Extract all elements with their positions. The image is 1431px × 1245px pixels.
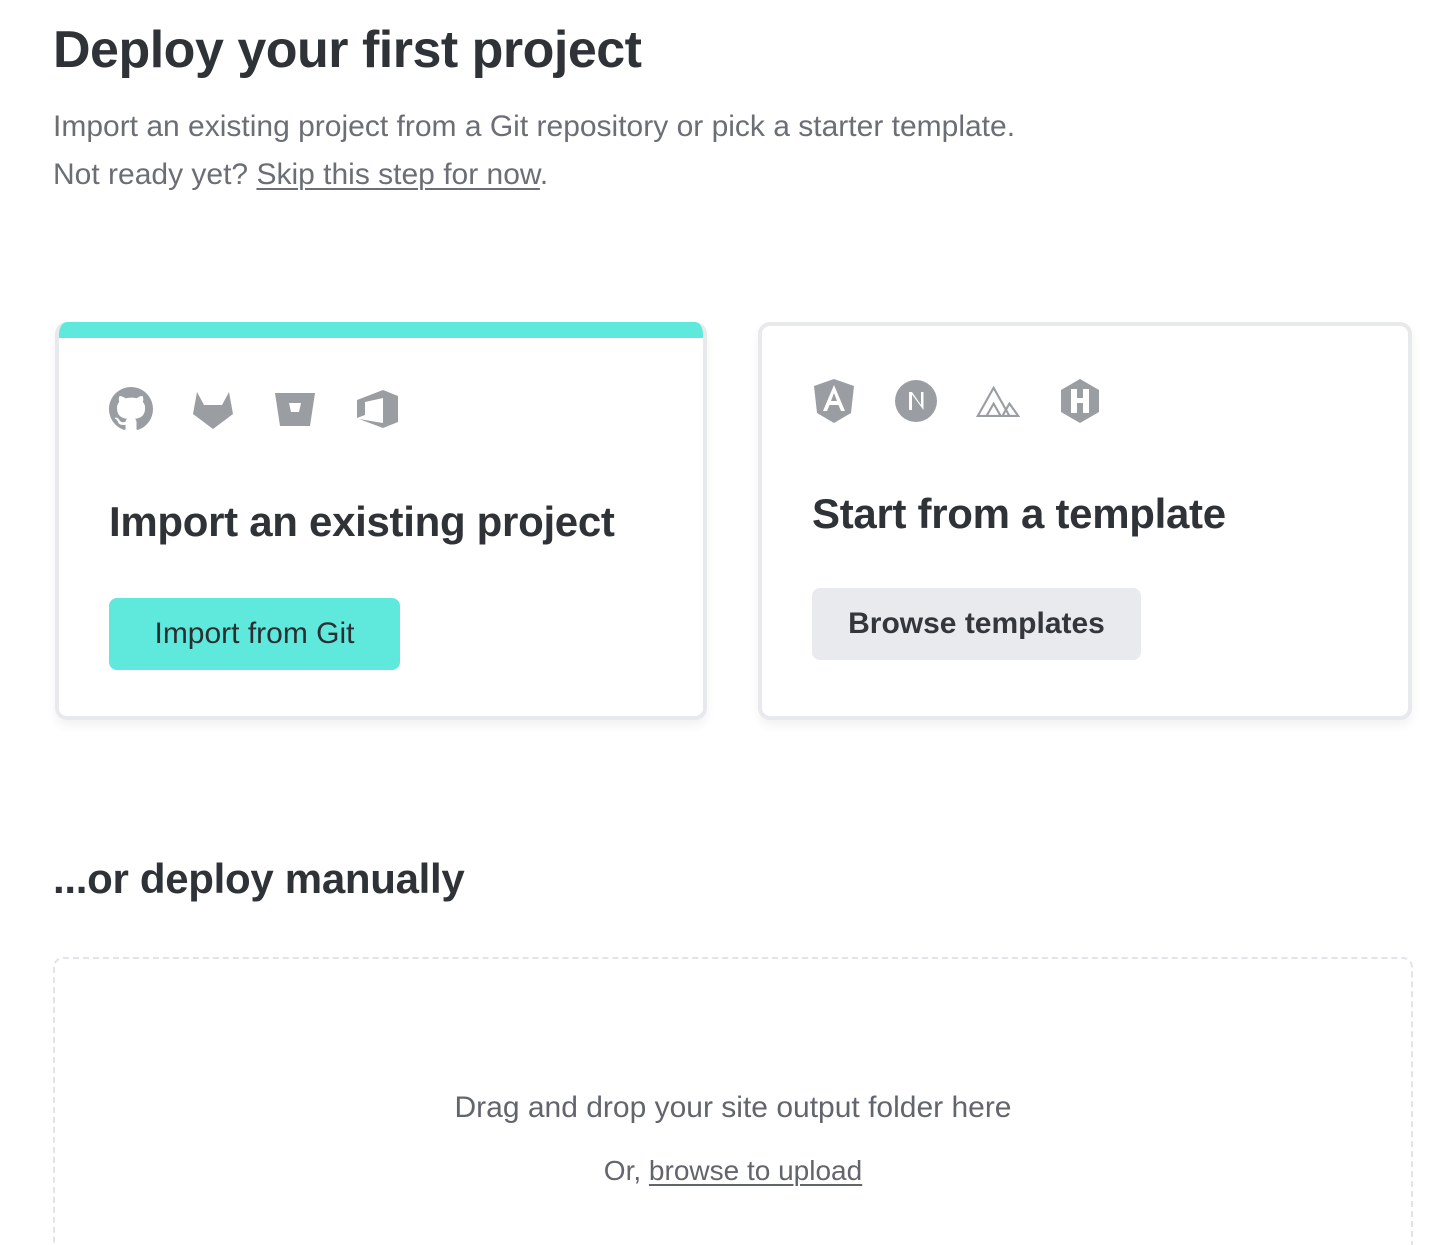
angular-icon <box>812 378 856 424</box>
nextjs-icon <box>894 378 938 424</box>
drop-zone-prefix: Or, <box>603 1155 649 1186</box>
intro-text: Import an existing project from a Git re… <box>53 103 1015 199</box>
template-card-heading: Start from a template <box>812 490 1226 537</box>
git-provider-icons <box>109 386 399 432</box>
import-from-git-button[interactable]: Import from Git <box>109 598 400 670</box>
template-card: Start from a template Browse templates <box>758 322 1412 720</box>
page-title: Deploy your first project <box>53 21 642 79</box>
intro-suffix: . <box>539 158 549 191</box>
drop-zone-subtext: Or, browse to upload <box>55 1155 1411 1187</box>
gitlab-icon <box>191 386 235 432</box>
hugo-icon <box>1058 378 1102 424</box>
browse-templates-button[interactable]: Browse templates <box>812 588 1141 660</box>
card-accent-bar <box>59 322 703 338</box>
deploy-page: Deploy your first project Import an exis… <box>0 0 1431 1245</box>
framework-icons <box>812 378 1102 424</box>
drop-zone[interactable]: Drag and drop your site output folder he… <box>53 957 1413 1245</box>
drop-zone-text: Drag and drop your site output folder he… <box>454 1091 1012 1124</box>
intro-line-2: Not ready yet? Skip this step for now. <box>53 151 1015 199</box>
azure-devops-icon <box>355 386 399 432</box>
nuxt-icon <box>976 378 1020 424</box>
github-icon <box>109 386 153 432</box>
import-project-card: Import an existing project Import from G… <box>55 322 707 720</box>
bitbucket-icon <box>273 386 317 432</box>
intro-line-1: Import an existing project from a Git re… <box>53 110 1016 143</box>
manual-deploy-heading: ...or deploy manually <box>53 855 465 902</box>
skip-step-link[interactable]: Skip this step for now <box>256 158 539 191</box>
import-card-heading: Import an existing project <box>109 498 615 545</box>
browse-to-upload-link[interactable]: browse to upload <box>649 1155 862 1186</box>
intro-prefix: Not ready yet? <box>53 158 257 191</box>
